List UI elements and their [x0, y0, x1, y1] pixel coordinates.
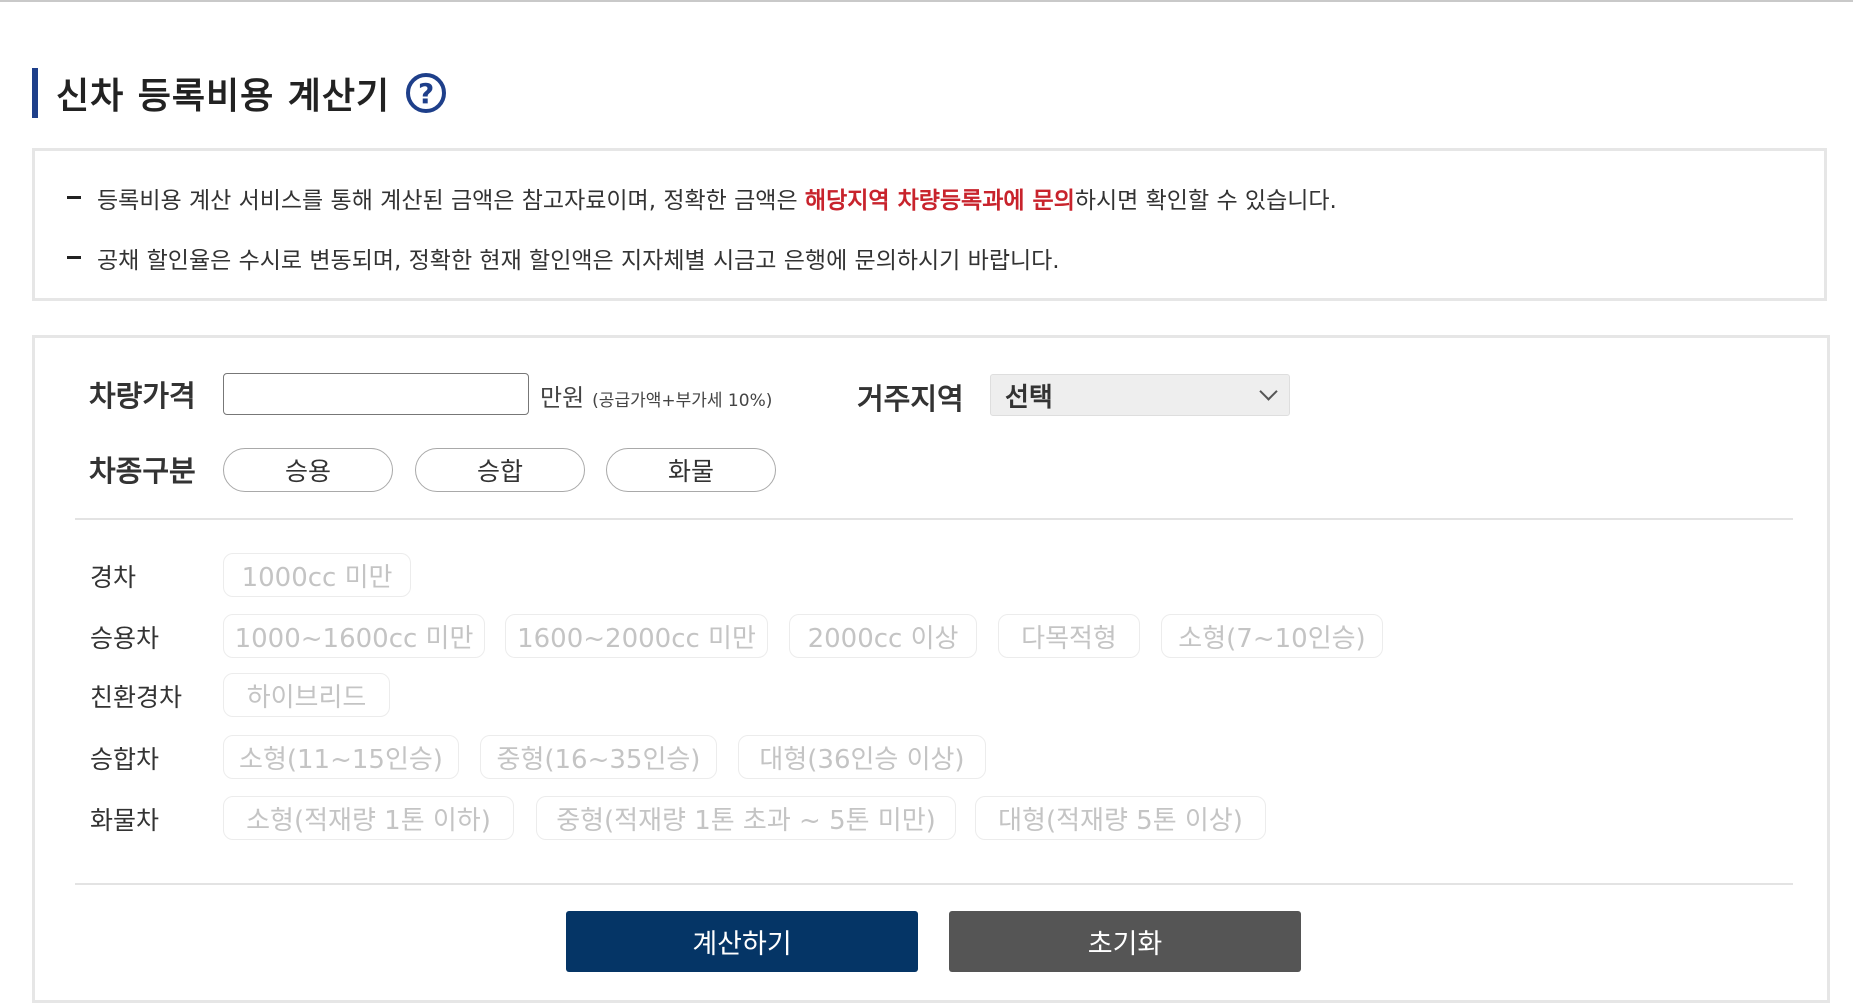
option-chip[interactable]: 1000~1600cc 미만 [223, 614, 485, 658]
price-unit: 만원 (공급가액+부가세 10%) [540, 378, 772, 413]
divider [75, 883, 1793, 885]
divider [75, 518, 1793, 520]
option-chip[interactable]: 대형(36인승 이상) [738, 735, 986, 779]
calculate-button[interactable]: 계산하기 [566, 911, 918, 972]
vehicle-type-label: 차종구분 [89, 454, 196, 488]
notice-text: 공채 할인율은 수시로 변동되며, 정확한 현재 할인액은 지자체별 시금고 은… [97, 248, 1060, 274]
category-label-passenger: 승용차 [90, 624, 160, 653]
calculator-panel: 차량가격 만원 (공급가액+부가세 10%) 거주지역 선택 차종구분 승용 승합… [32, 335, 1830, 1003]
bullet-dash-icon [67, 256, 81, 259]
type-button-truck[interactable]: 화물 [606, 448, 776, 492]
region-label: 거주지역 [857, 382, 964, 416]
help-icon[interactable]: ? [406, 73, 447, 113]
price-unit-text: 만원 [540, 384, 585, 412]
bullet-dash-icon [67, 196, 81, 199]
option-chip[interactable]: 하이브리드 [223, 673, 390, 717]
option-chip[interactable]: 소형(7~10인승) [1161, 614, 1383, 658]
notice-line-1: 등록비용 계산 서비스를 통해 계산된 금액은 참고자료이며, 정확한 금액은 … [67, 181, 1337, 215]
option-chip[interactable]: 중형(16~35인승) [480, 735, 717, 779]
option-chip[interactable]: 1000cc 미만 [223, 553, 411, 597]
notice-text: 하시면 확인할 수 있습니다. [1074, 188, 1337, 214]
option-chip[interactable]: 2000cc 이상 [789, 614, 977, 658]
price-input[interactable] [223, 373, 529, 415]
option-chip[interactable]: 1600~2000cc 미만 [505, 614, 768, 658]
type-button-van[interactable]: 승합 [415, 448, 585, 492]
notice-text: 등록비용 계산 서비스를 통해 계산된 금액은 참고자료이며, 정확한 금액은 [97, 188, 805, 214]
region-selected-value: 선택 [1005, 382, 1053, 413]
category-label-light: 경차 [90, 563, 137, 592]
type-button-passenger[interactable]: 승용 [223, 448, 393, 492]
notice-line-2: 공채 할인율은 수시로 변동되며, 정확한 현재 할인액은 지자체별 시금고 은… [67, 241, 1060, 275]
top-border [0, 0, 1853, 2]
option-chip[interactable]: 다목적형 [998, 614, 1140, 658]
region-select[interactable]: 선택 [990, 374, 1290, 416]
reset-button[interactable]: 초기화 [949, 911, 1301, 972]
option-chip[interactable]: 소형(11~15인승) [223, 735, 459, 779]
page-header: 신차 등록비용 계산기 ? [32, 68, 447, 118]
chevron-down-icon [1259, 381, 1278, 401]
category-label-truck: 화물차 [90, 806, 160, 835]
price-unit-note: (공급가액+부가세 10%) [592, 391, 773, 411]
category-label-eco: 친환경차 [90, 683, 183, 712]
notice-box: 등록비용 계산 서비스를 통해 계산된 금액은 참고자료이며, 정확한 금액은 … [32, 148, 1827, 301]
title-accent-bar [32, 68, 38, 118]
price-label: 차량가격 [89, 379, 196, 413]
option-chip[interactable]: 소형(적재량 1톤 이하) [223, 796, 514, 840]
option-chip[interactable]: 중형(적재량 1톤 초과 ~ 5톤 미만) [536, 796, 956, 840]
category-label-van: 승합차 [90, 745, 160, 774]
page-title: 신차 등록비용 계산기 [56, 76, 391, 117]
option-chip[interactable]: 대형(적재량 5톤 이상) [975, 796, 1266, 840]
notice-highlight: 해당지역 차량등록과에 문의 [804, 188, 1075, 214]
